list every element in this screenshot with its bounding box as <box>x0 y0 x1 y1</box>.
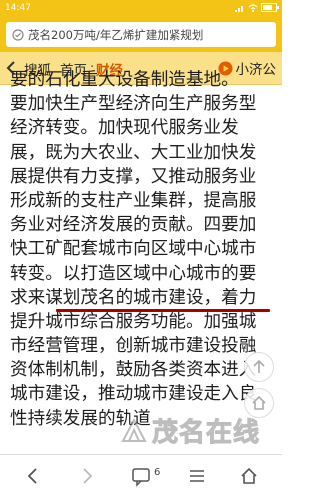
address-text: 茂名200万吨/年乙烯扩建加紧规划 <box>28 27 204 42</box>
article-line: 提升城市综合服务功能。加强城 <box>10 311 257 332</box>
watermark-logo-icon <box>121 417 147 442</box>
status-icons <box>235 3 279 12</box>
article-line: 展提供有力支撑，又推动服务业 <box>10 166 257 187</box>
article-line: 市经营管理，创新城市建设投融 <box>10 336 257 357</box>
article-line: 要的石化重大设备制造基地。 <box>10 70 239 90</box>
wifi-icon <box>248 3 258 12</box>
article-line: 形成新的支柱产业集群，提高服 <box>10 190 257 211</box>
article-line: 资体制机制，鼓励各类资本进入 <box>10 360 257 381</box>
menu-icon[interactable] <box>186 465 208 487</box>
comment-icon[interactable] <box>130 465 152 487</box>
home-icon[interactable] <box>238 465 260 487</box>
watermark: 茂名在线 <box>120 412 260 449</box>
address-bar[interactable]: 茂名200万吨/年乙烯扩建加紧规划 <box>6 22 276 47</box>
screen: { "status_bar": { "time": "14:47" }, "ad… <box>0 0 282 500</box>
arrow-up-icon <box>253 359 265 373</box>
status-time: 14:47 <box>5 3 31 13</box>
url-icon <box>12 28 24 41</box>
article-line: 展，既为大农业、大工业加快发 <box>10 142 257 163</box>
bottom-toolbar: 6 <box>0 454 282 500</box>
watermark-text: 茂名在线 <box>151 418 261 449</box>
article-line: 务业对经济发展的贡献。四要加 <box>10 215 257 236</box>
scroll-to-top-button[interactable] <box>244 352 274 382</box>
status-bar: 14:47 <box>0 0 282 18</box>
article-body: 要的石化重大设备制造基地。 要加快生产型经济向生产服务型 经济转变。加快现代服务… <box>10 68 274 431</box>
forward-icon[interactable] <box>76 465 98 487</box>
article-line: 求来谋划茂名的城市建设，着力 <box>10 287 257 308</box>
back-icon[interactable] <box>22 465 44 487</box>
comment-count: 6 <box>154 467 161 478</box>
signal-icon <box>235 5 243 12</box>
battery-icon <box>261 3 279 12</box>
article-line: 城市建设，推动城市建设走入良 <box>10 384 257 405</box>
highlight-underline <box>56 309 270 312</box>
article-line: 要加快生产型经济向生产服务型 <box>10 94 257 115</box>
article-line: 快工矿配套城市向区域中心城市 <box>10 239 257 260</box>
address-area: 茂名200万吨/年乙烯扩建加紧规划 <box>0 18 282 52</box>
article-line: 经济转变。加快现代服务业发 <box>10 118 239 139</box>
article-line: 转变。以打造区域中心城市的要 <box>10 263 257 284</box>
